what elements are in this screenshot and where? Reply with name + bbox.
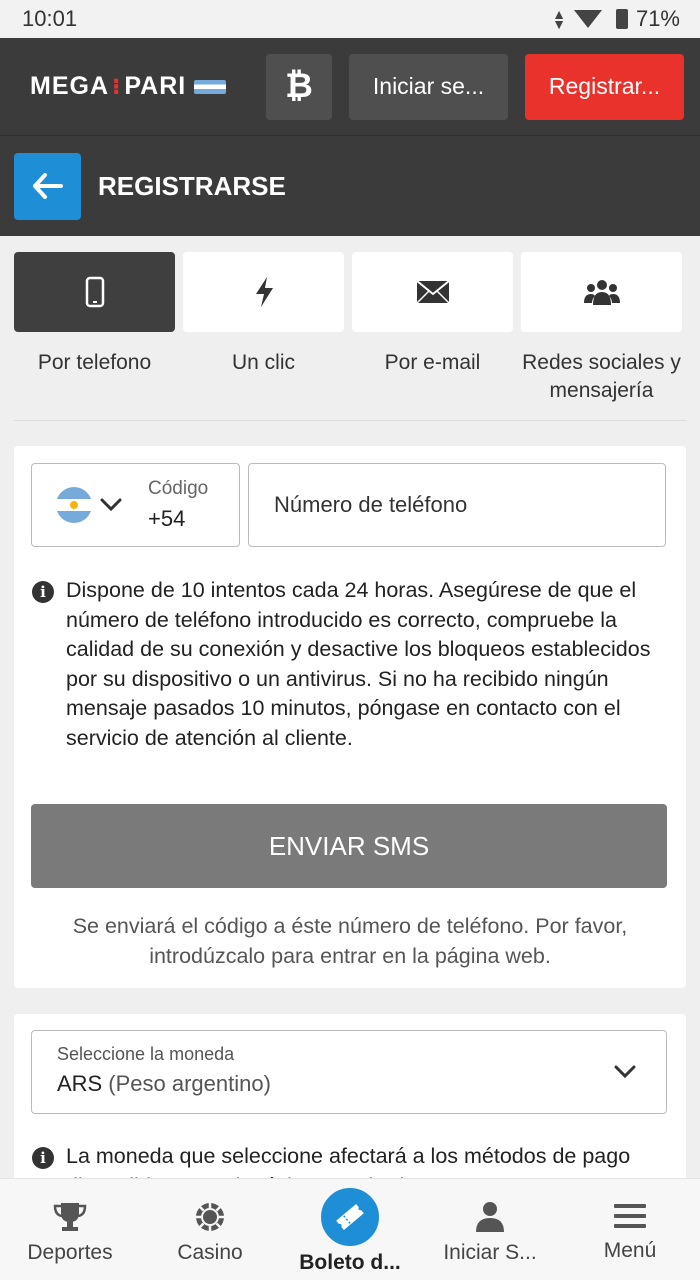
phone-registration-card: Código +54 i Dispone de 10 intentos cada… <box>14 446 686 988</box>
data-arrows-icon: ▲ ▼ <box>552 6 566 32</box>
phone-number-field-wrapper <box>248 463 666 547</box>
currency-card: Seleccione la moneda ARS (Peso argentino)… <box>14 1014 686 1198</box>
method-label: Por telefono <box>37 351 152 374</box>
trophy-icon <box>53 1203 87 1231</box>
nav-item-bet-slip[interactable]: Boleto d... <box>280 1179 420 1280</box>
section-divider <box>14 420 686 421</box>
country-code-selector[interactable]: Código +54 <box>31 463 240 547</box>
currency-label: Seleccione la moneda <box>57 1044 235 1064</box>
user-icon <box>476 1202 504 1232</box>
nav-label: Deportes <box>27 1241 113 1264</box>
method-label: Un clic <box>231 351 295 374</box>
method-label: Por e-mail <box>384 351 481 374</box>
country-code-value: +54 <box>148 506 186 531</box>
method-label: Redes sociales y mensajería <box>522 351 681 402</box>
app-header: MEGA ⁝ PARI ₿ Iniciar se... Registrar... <box>0 38 700 135</box>
nav-item-casino[interactable]: Casino <box>140 1179 280 1280</box>
nav-item-login[interactable]: Iniciar S... <box>420 1179 560 1280</box>
nav-label: Menú <box>603 1239 657 1262</box>
nav-label: Iniciar S... <box>443 1241 537 1264</box>
phone-number-input[interactable] <box>274 492 644 518</box>
send-sms-button[interactable]: ENVIAR SMS <box>31 804 667 888</box>
ticket-icon <box>336 1204 364 1230</box>
wifi-icon <box>573 10 602 28</box>
status-time: 10:01 <box>22 6 78 31</box>
attempts-info-text: Dispone de 10 intentos cada 24 horas. As… <box>66 578 651 750</box>
battery-level: 71% <box>635 6 680 31</box>
country-code-label: Código <box>148 478 209 499</box>
info-icon: i <box>32 1147 54 1169</box>
bitcoin-icon: ₿ <box>285 67 313 105</box>
method-tab-email[interactable]: Por e-mail <box>352 252 513 405</box>
page-titlebar: REGISTRARSE <box>0 135 700 236</box>
chevron-down-icon <box>100 498 122 512</box>
lightning-icon <box>255 277 273 307</box>
battery-icon <box>615 9 628 29</box>
register-button[interactable]: Registrar... <box>525 53 684 120</box>
method-tab-one-click[interactable]: Un clic <box>183 252 344 405</box>
nav-item-menu[interactable]: Menú <box>560 1179 700 1280</box>
megapari-logo[interactable]: MEGA ⁝ PARI <box>30 72 266 101</box>
hamburger-menu-icon <box>614 1204 646 1228</box>
method-tab-social[interactable]: Redes sociales y mensajería <box>521 252 682 405</box>
arrow-left-icon <box>32 173 63 199</box>
currency-select[interactable]: Seleccione la moneda ARS (Peso argentino) <box>31 1030 667 1114</box>
method-tab-phone[interactable]: Por telefono <box>14 252 175 405</box>
info-icon: i <box>32 581 54 603</box>
envelope-icon <box>415 280 450 304</box>
users-icon <box>583 280 620 305</box>
attempts-info: i Dispone de 10 intentos cada 24 horas. … <box>32 576 672 753</box>
bitcoin-button[interactable]: ₿ <box>266 53 332 120</box>
bottom-navigation: Deportes Casino Boleto d... Iniciar S...… <box>0 1178 700 1280</box>
bet-slip-circle <box>317 1184 383 1250</box>
currency-value: ARS (Peso argentino) <box>57 1071 271 1096</box>
nav-item-sports[interactable]: Deportes <box>0 1179 140 1280</box>
status-bar: 10:01 ▲ ▼ 71% <box>0 0 700 38</box>
nav-label: Casino <box>177 1241 243 1264</box>
back-button[interactable] <box>14 152 81 220</box>
registration-methods: Por telefono Un clic Por e-mail Redes so… <box>14 252 686 405</box>
smartphone-icon <box>85 276 104 308</box>
nav-label: Boleto d... <box>299 1251 401 1274</box>
login-button[interactable]: Iniciar se... <box>349 53 508 120</box>
chevron-down-icon <box>614 1065 636 1079</box>
argentina-flag-icon <box>56 487 92 523</box>
status-icons: ▲ ▼ 71% <box>552 6 680 32</box>
page-title: REGISTRARSE <box>98 170 286 201</box>
casino-chip-icon <box>196 1203 224 1231</box>
argentina-flag-icon <box>194 79 227 94</box>
sms-note: Se enviará el código a éste número de te… <box>72 914 628 968</box>
